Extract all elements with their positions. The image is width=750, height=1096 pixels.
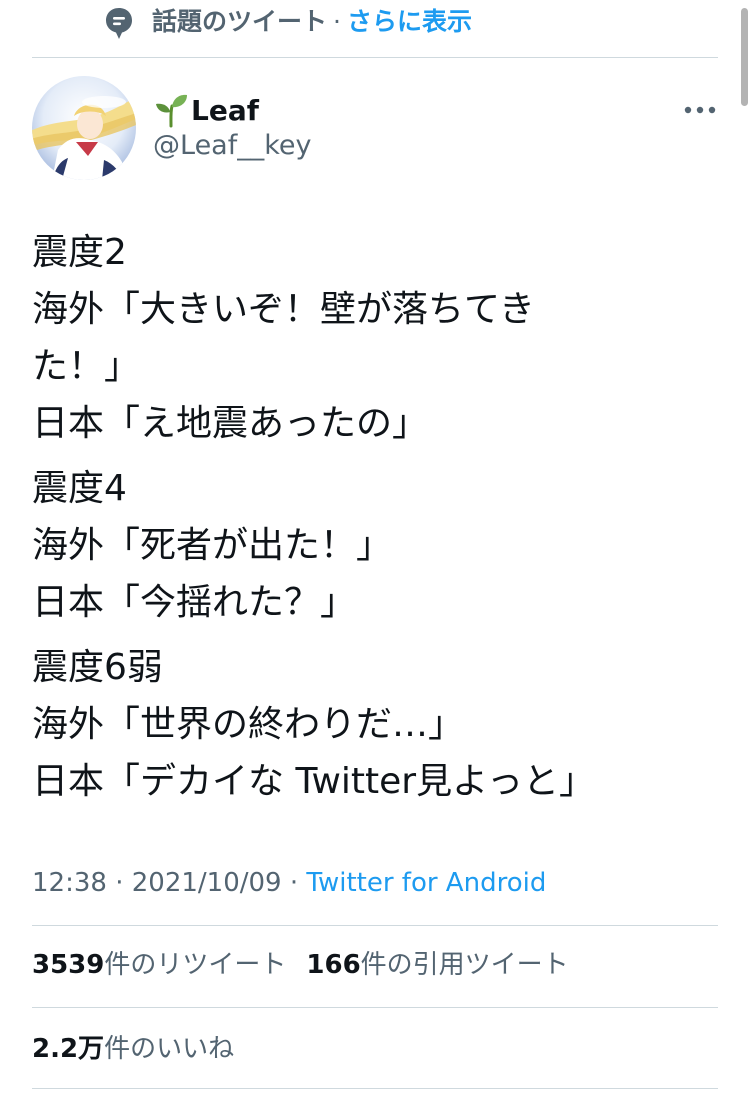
avatar[interactable] xyxy=(32,76,136,180)
tweet-time[interactable]: 12:38 xyxy=(32,868,107,898)
tweet-paragraph: 震度6弱 海外「世界の終わりだ…」 日本「デカイな Twitter見よっと」 xyxy=(32,639,672,810)
topic-bubble-icon xyxy=(106,8,132,39)
tweet-paragraph: 震度4 海外「死者が出た！」 日本「今揺れた？」 xyxy=(32,460,672,631)
tweet-line: た！」 xyxy=(32,346,141,387)
topic-header-text: 話題のツイート · さらに表示 xyxy=(152,5,472,39)
tweet-line: 震度4 xyxy=(32,468,127,509)
header-divider xyxy=(32,57,718,58)
tweet-meta: 12:38 · 2021/10/09 · Twitter for Android xyxy=(32,866,546,900)
tweet-line: 日本「今揺れた？」 xyxy=(32,582,357,623)
likes-divider xyxy=(32,1088,718,1089)
likes-label: 件のいいね xyxy=(104,1034,235,1064)
tweet-line: 震度2 xyxy=(32,232,127,273)
retweets-stat[interactable]: 3539件のリツイート xyxy=(32,950,286,980)
retweet-stats-row: 3539件のリツイート 166件の引用ツイート xyxy=(32,948,569,982)
meta-separator: · xyxy=(115,868,124,898)
author-handle[interactable]: @Leaf__key xyxy=(153,128,312,164)
quotes-stat[interactable]: 166件の引用ツイート xyxy=(306,950,568,980)
show-more-link[interactable]: さらに表示 xyxy=(347,7,472,36)
likes-count: 2.2万 xyxy=(32,1034,105,1064)
likes-stat[interactable]: 2.2万件のいいね xyxy=(32,1034,234,1064)
more-options-icon[interactable] xyxy=(683,99,717,121)
quotes-label: 件の引用ツイート xyxy=(360,950,569,980)
tweet-text: 震度2 海外「大きいぞ！壁が落ちてき た！」 日本「え地震あったの」 震度4 海… xyxy=(32,224,672,818)
sprout-icon xyxy=(156,94,187,128)
tweet-line: 日本「デカイな Twitter見よっと」 xyxy=(32,761,596,802)
tweet-line: 日本「え地震あったの」 xyxy=(32,403,429,444)
scrollbar[interactable] xyxy=(741,8,748,106)
topic-separator: · xyxy=(333,7,341,36)
likes-stats-row: 2.2万件のいいね xyxy=(32,1032,234,1066)
tweet-paragraph: 震度2 海外「大きいぞ！壁が落ちてき た！」 日本「え地震あったの」 xyxy=(32,224,672,452)
avatar-image xyxy=(32,76,136,180)
meta-divider xyxy=(32,925,718,926)
tweet-line: 震度6弱 xyxy=(32,647,163,688)
topic-label: 話題のツイート xyxy=(152,7,328,36)
stats-divider xyxy=(32,1007,718,1008)
tweet-line: 海外「世界の終わりだ…」 xyxy=(32,704,465,745)
tweet-source-link[interactable]: Twitter for Android xyxy=(306,868,546,898)
tweet-date[interactable]: 2021/10/09 xyxy=(132,868,282,898)
tweet-line: 海外「死者が出た！」 xyxy=(32,525,393,566)
topic-header: 話題のツイート · さらに表示 xyxy=(0,0,750,56)
meta-separator: · xyxy=(289,868,299,898)
retweets-count: 3539 xyxy=(32,950,105,980)
tweet-line: 海外「大きいぞ！壁が落ちてき xyxy=(32,289,535,330)
author-name-row[interactable]: Leaf xyxy=(153,92,259,128)
author-display-name: Leaf xyxy=(191,93,259,127)
retweets-label: 件のリツイート xyxy=(104,950,287,980)
quotes-count: 166 xyxy=(306,950,361,980)
